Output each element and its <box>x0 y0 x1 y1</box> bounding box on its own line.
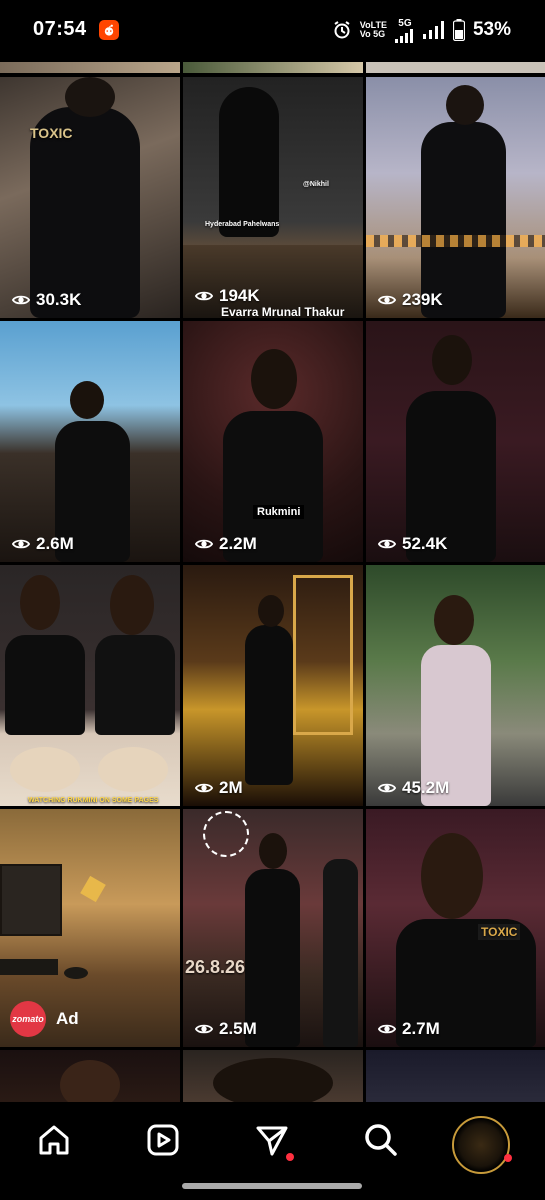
view-count: 2.6M <box>12 534 74 554</box>
grid-tile[interactable]: Hyderabad Pahelwans @Nikhil Evarra Mruna… <box>183 77 363 318</box>
view-count: 2.5M <box>195 1019 257 1039</box>
view-count: 194K <box>195 286 260 306</box>
eye-icon <box>195 291 213 301</box>
view-count: 45.2M <box>378 778 449 798</box>
grid-tile[interactable]: WATCHING RUKMINI ON SOME PAGES <box>0 565 180 806</box>
grid-tile[interactable] <box>366 62 545 73</box>
eye-icon <box>12 295 30 305</box>
thumbnail-overlay-text: @Nikhil <box>303 181 329 188</box>
network-volte: VoLTE Vo 5G <box>359 20 387 39</box>
grid-tile[interactable] <box>0 62 180 73</box>
grid-tile[interactable] <box>183 62 363 73</box>
alarm-icon <box>334 21 350 39</box>
search-button[interactable] <box>361 1120 401 1160</box>
grid-tile[interactable]: Rukmini 2.2M <box>183 321 363 562</box>
status-icons: VoLTE Vo 5G 5G 53% <box>332 16 511 44</box>
eye-icon <box>378 1024 396 1034</box>
signal-icon <box>422 21 444 39</box>
view-count-label: 2.6M <box>36 534 74 553</box>
thumbnail-image <box>421 122 506 318</box>
view-count-label: 2.7M <box>402 1019 440 1038</box>
view-count-label: 2.2M <box>219 534 257 553</box>
ad-badge: zomato Ad <box>10 1001 79 1037</box>
view-count-label: 239K <box>402 290 443 309</box>
thumbnail-overlay-text: TOXIC <box>30 125 73 141</box>
grid-tile[interactable] <box>0 1050 180 1102</box>
view-count-label: 194K <box>219 286 260 305</box>
eye-icon <box>378 539 396 549</box>
ad-tile[interactable]: zomato Ad <box>0 809 180 1047</box>
eye-icon <box>12 539 30 549</box>
reels-button[interactable] <box>143 1120 183 1160</box>
grid-tile[interactable] <box>183 1050 363 1102</box>
view-count: 2.2M <box>195 534 257 554</box>
view-count: 52.4K <box>378 534 447 554</box>
notification-dot <box>504 1154 512 1162</box>
eye-icon <box>195 539 213 549</box>
eye-icon <box>378 783 396 793</box>
battery-icon <box>452 19 465 41</box>
status-bar: 07:54 VoLTE Vo 5G 5G 53% <box>0 0 545 62</box>
view-count: 239K <box>378 290 443 310</box>
grid-tile[interactable]: TOXIC 2.7M <box>366 809 545 1047</box>
eye-icon <box>378 295 396 305</box>
grid-tile[interactable]: 239K <box>366 77 545 318</box>
view-count-label: 2M <box>219 778 243 797</box>
view-count: 2.7M <box>378 1019 440 1039</box>
grid-tile[interactable]: 45.2M <box>366 565 545 806</box>
view-count-label: 30.3K <box>36 290 82 309</box>
thumbnail-image <box>0 864 62 936</box>
eye-icon <box>195 1024 213 1034</box>
ad-label: Ad <box>56 1009 79 1028</box>
explore-grid: TOXIC 30.3K Hyderabad Pahelwans @Nikhil … <box>0 62 545 1102</box>
signal-icon <box>394 28 413 43</box>
view-count-label: 2.5M <box>219 1019 257 1038</box>
battery-percent: 53% <box>472 19 511 40</box>
view-count: 2M <box>195 778 243 798</box>
messages-icon <box>256 1126 288 1156</box>
reddit-icon <box>99 20 119 40</box>
grid-tile[interactable]: 2.6M <box>0 321 180 562</box>
profile-avatar[interactable] <box>452 1116 512 1174</box>
status-time: 07:54 <box>33 18 87 40</box>
grid-tile[interactable]: 52.4K <box>366 321 545 562</box>
thumbnail-caption: Evarra Mrunal Thakur <box>221 305 345 318</box>
messages-button[interactable] <box>252 1120 294 1161</box>
thumbnail-overlay-text: Hyderabad Pahelwans <box>205 221 280 228</box>
grid-tile[interactable] <box>366 1050 545 1102</box>
thumbnail-image <box>245 625 293 785</box>
eye-icon <box>195 783 213 793</box>
thumbnail-overlay-text: Rukmini <box>253 505 305 519</box>
home-icon <box>39 1125 69 1155</box>
thumbnail-overlay-text: 26.8.26 <box>185 957 246 977</box>
search-icon <box>365 1124 397 1156</box>
grid-tile[interactable]: TOXIC 30.3K <box>0 77 180 318</box>
view-count: 30.3K <box>12 290 81 310</box>
home-indicator[interactable] <box>182 1183 362 1189</box>
home-button[interactable] <box>34 1120 74 1160</box>
thumbnail-image <box>219 87 279 237</box>
thumbnail-caption: WATCHING RUKMINI ON SOME PAGES <box>28 797 159 804</box>
network-5g: 5G <box>398 17 412 29</box>
reels-icon <box>147 1124 179 1156</box>
view-count-label: 45.2M <box>402 778 450 797</box>
notification-dot <box>286 1153 294 1161</box>
zomato-logo: zomato <box>10 1001 46 1037</box>
thumbnail-image <box>5 635 85 735</box>
view-count-label: 52.4K <box>402 534 448 553</box>
grid-tile[interactable]: 2M <box>183 565 363 806</box>
grid-tile[interactable]: 26.8.26 2.5M <box>183 809 363 1047</box>
thumbnail-overlay-text: TOXIC <box>478 924 521 940</box>
